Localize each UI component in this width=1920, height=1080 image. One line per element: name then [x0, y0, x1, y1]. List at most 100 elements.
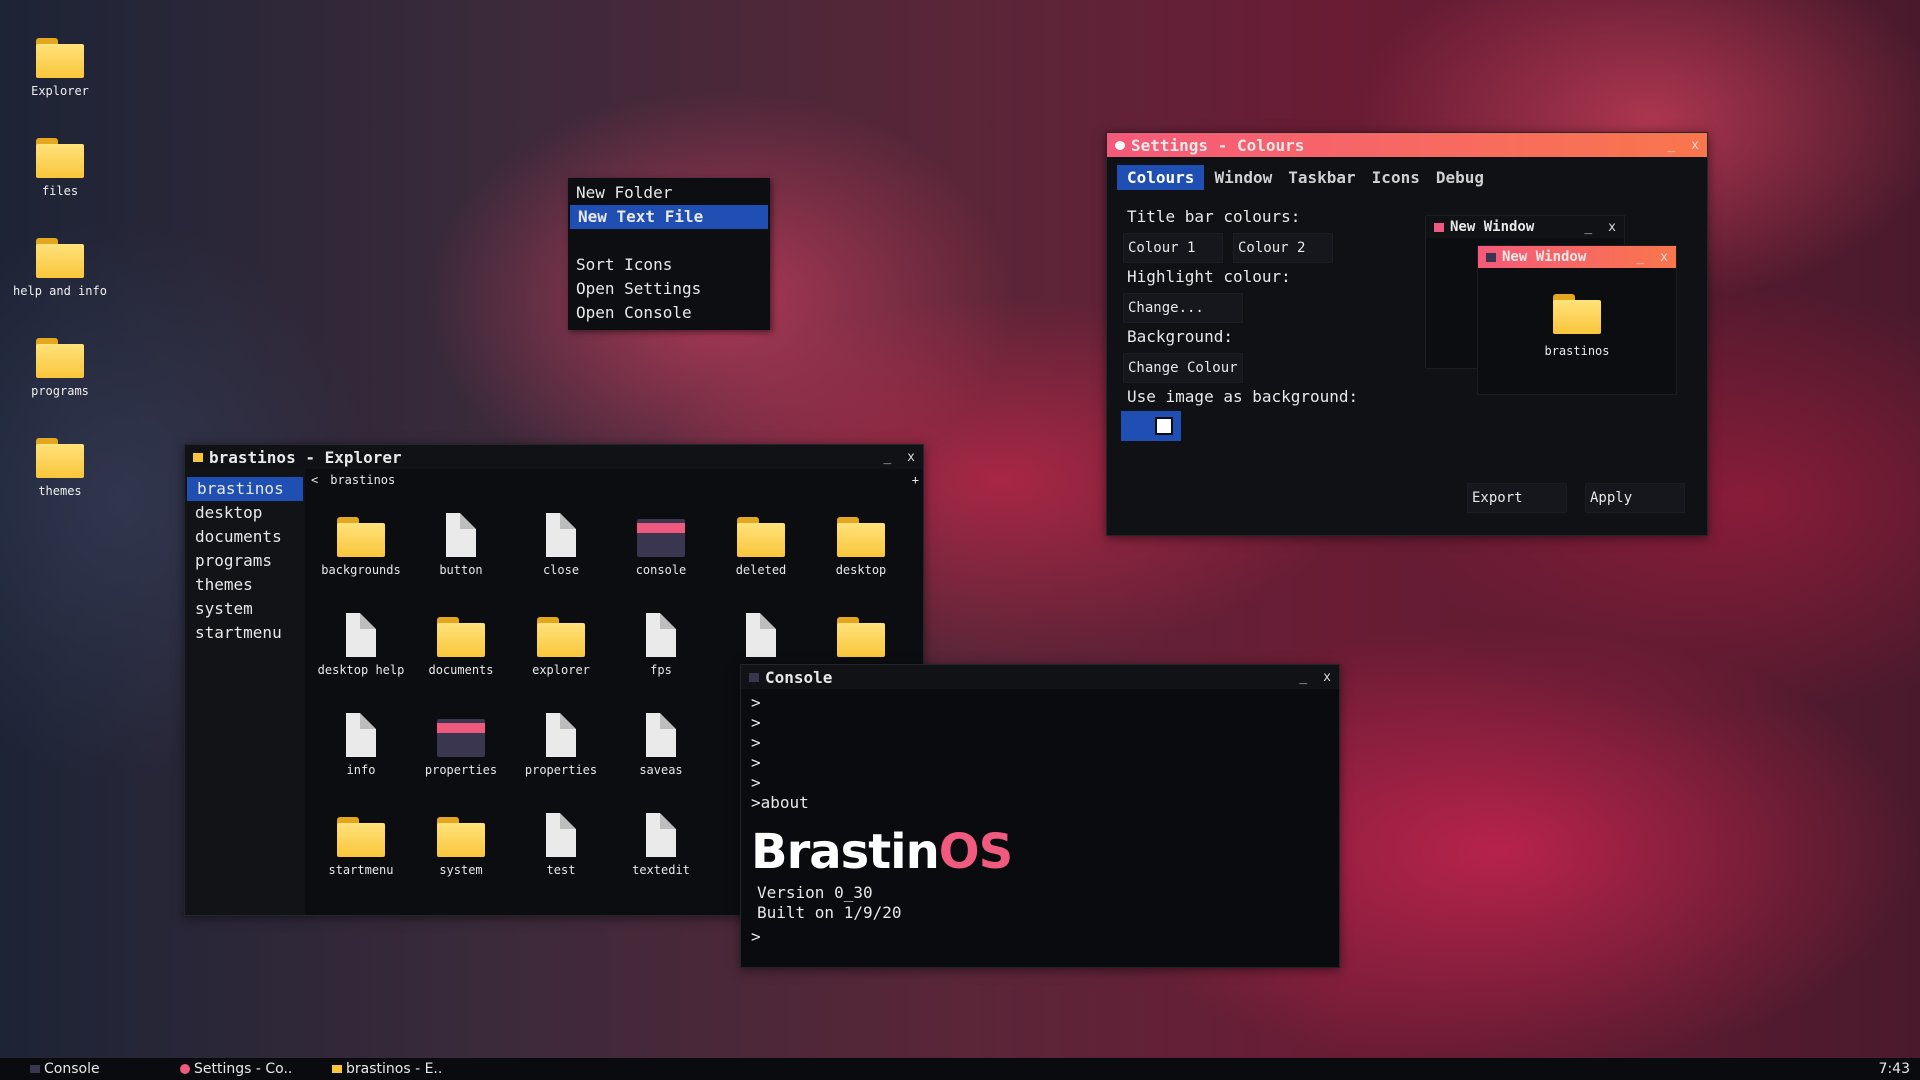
desktop-icon-programs[interactable]: programs — [10, 338, 110, 398]
document-icon — [346, 613, 376, 657]
clock: 7:43 — [1878, 1061, 1910, 1077]
file-item[interactable]: textedit — [611, 805, 711, 883]
minimize-button[interactable]: _ — [883, 450, 891, 465]
console-line: > — [751, 753, 761, 772]
sidebar-item-documents[interactable]: documents — [185, 525, 305, 549]
file-icon-slot — [837, 605, 885, 657]
change-highlight-button[interactable]: Change... — [1123, 293, 1243, 323]
file-item[interactable]: properties — [411, 705, 511, 783]
folder-icon — [437, 617, 485, 657]
tab-icons[interactable]: Icons — [1366, 165, 1426, 190]
file-item[interactable]: properties — [511, 705, 611, 783]
file-item[interactable]: fps — [611, 605, 711, 683]
file-item[interactable]: explorer — [511, 605, 611, 683]
file-item[interactable]: test — [511, 805, 611, 883]
file-item[interactable]: system — [411, 805, 511, 883]
taskbar-item-console[interactable]: Console — [0, 1061, 176, 1077]
console-window: Console _ x > > > > > >about BrastinOS V… — [740, 664, 1340, 968]
settings-titlebar[interactable]: Settings - Colours _ x — [1107, 133, 1707, 157]
file-label: properties — [424, 763, 498, 777]
taskbar-item-explorer[interactable]: brastinos - E.. — [328, 1061, 480, 1077]
settings-app-icon — [1115, 140, 1125, 150]
minimize-button[interactable]: _ — [1667, 138, 1675, 153]
tab-taskbar[interactable]: Taskbar — [1282, 165, 1361, 190]
file-label: close — [542, 563, 580, 577]
close-button[interactable]: x — [1691, 138, 1699, 153]
file-item[interactable]: documents — [411, 605, 511, 683]
menu-item-new-text-file[interactable]: New Text File — [570, 205, 768, 229]
sidebar-item-programs[interactable]: programs — [185, 549, 305, 573]
file-item[interactable]: console — [611, 505, 711, 583]
colour-2-button[interactable]: Colour 2 — [1233, 233, 1333, 263]
file-icon-slot — [746, 605, 776, 657]
file-item[interactable]: saveas — [611, 705, 711, 783]
apply-button[interactable]: Apply — [1585, 483, 1685, 513]
close-button[interactable]: x — [907, 450, 915, 465]
menu-item-new-folder[interactable]: New Folder — [568, 181, 770, 205]
folder-icon — [837, 617, 885, 657]
file-label: backgrounds — [321, 563, 401, 577]
sidebar-item-system[interactable]: system — [185, 597, 305, 621]
menu-item-open-settings[interactable]: Open Settings — [568, 277, 770, 301]
file-item[interactable]: button — [411, 505, 511, 583]
background-label: Background: — [1127, 327, 1233, 346]
folder-icon — [1553, 294, 1601, 334]
file-icon-slot — [837, 505, 885, 557]
sidebar-item-desktop[interactable]: desktop — [185, 501, 305, 525]
back-button[interactable]: < — [311, 473, 318, 487]
desktop-icon-themes[interactable]: themes — [10, 438, 110, 498]
file-item[interactable]: info — [311, 705, 411, 783]
tab-colours[interactable]: Colours — [1117, 165, 1205, 190]
sidebar-item-brastinos[interactable]: brastinos — [187, 477, 303, 501]
close-icon: x — [1660, 249, 1668, 265]
document-icon — [646, 613, 676, 657]
file-item[interactable]: close — [511, 505, 611, 583]
file-item[interactable]: backgrounds — [311, 505, 411, 583]
file-icon-slot — [537, 605, 585, 657]
file-item[interactable]: desktop help — [311, 605, 411, 683]
taskbar-item-settings[interactable]: Settings - Co.. — [176, 1061, 328, 1077]
change-background-button[interactable]: Change Colour — [1123, 353, 1243, 383]
file-item[interactable]: startmenu — [311, 805, 411, 883]
file-item[interactable]: deleted — [711, 505, 811, 583]
desktop-icon-explorer[interactable]: Explorer — [10, 38, 110, 98]
document-icon — [446, 513, 476, 557]
file-label: system — [439, 863, 483, 877]
version-text: Version 0_30 — [757, 883, 873, 902]
console-titlebar[interactable]: Console _ x — [741, 665, 1339, 689]
file-icon-slot — [437, 605, 485, 657]
file-icon-slot — [446, 505, 476, 557]
path-label: brastinos — [330, 473, 396, 487]
minimize-icon: _ — [1636, 249, 1645, 265]
image-background-toggle[interactable] — [1121, 411, 1181, 441]
colour-1-button[interactable]: Colour 1 — [1123, 233, 1223, 263]
file-label: documents — [428, 663, 494, 677]
menu-item-open-console[interactable]: Open Console — [568, 301, 770, 325]
console-line: > — [751, 693, 761, 712]
close-button[interactable]: x — [1323, 670, 1331, 685]
document-icon — [546, 813, 576, 857]
console-prompt[interactable]: > — [751, 927, 1329, 947]
explorer-titlebar[interactable]: brastinos - Explorer _ x — [185, 445, 923, 469]
desktop-icon-files[interactable]: files — [10, 138, 110, 198]
file-item[interactable]: desktop — [811, 505, 911, 583]
folder-icon — [337, 517, 385, 557]
console-output[interactable]: > > > > > >about BrastinOS Version 0_30 … — [741, 689, 1339, 951]
folder-icon — [332, 1065, 342, 1073]
title-bar-colours-label: Title bar colours: — [1127, 207, 1301, 226]
folder-icon — [437, 817, 485, 857]
folder-icon — [36, 238, 84, 278]
tab-debug[interactable]: Debug — [1430, 165, 1490, 190]
export-button[interactable]: Export — [1467, 483, 1567, 513]
sidebar-item-startmenu[interactable]: startmenu — [185, 621, 305, 645]
sidebar-item-themes[interactable]: themes — [185, 573, 305, 597]
tab-window[interactable]: Window — [1208, 165, 1278, 190]
preview-back-titlebar: New Window _ x — [1426, 216, 1624, 238]
file-label: deleted — [735, 563, 787, 577]
built-text: Built on 1/9/20 — [757, 903, 902, 922]
add-button[interactable]: + — [912, 473, 919, 487]
minimize-button[interactable]: _ — [1299, 670, 1307, 685]
desktop-icon-help[interactable]: help and info — [10, 238, 110, 298]
menu-item-sort-icons[interactable]: Sort Icons — [568, 253, 770, 277]
file-label: startmenu — [328, 863, 394, 877]
